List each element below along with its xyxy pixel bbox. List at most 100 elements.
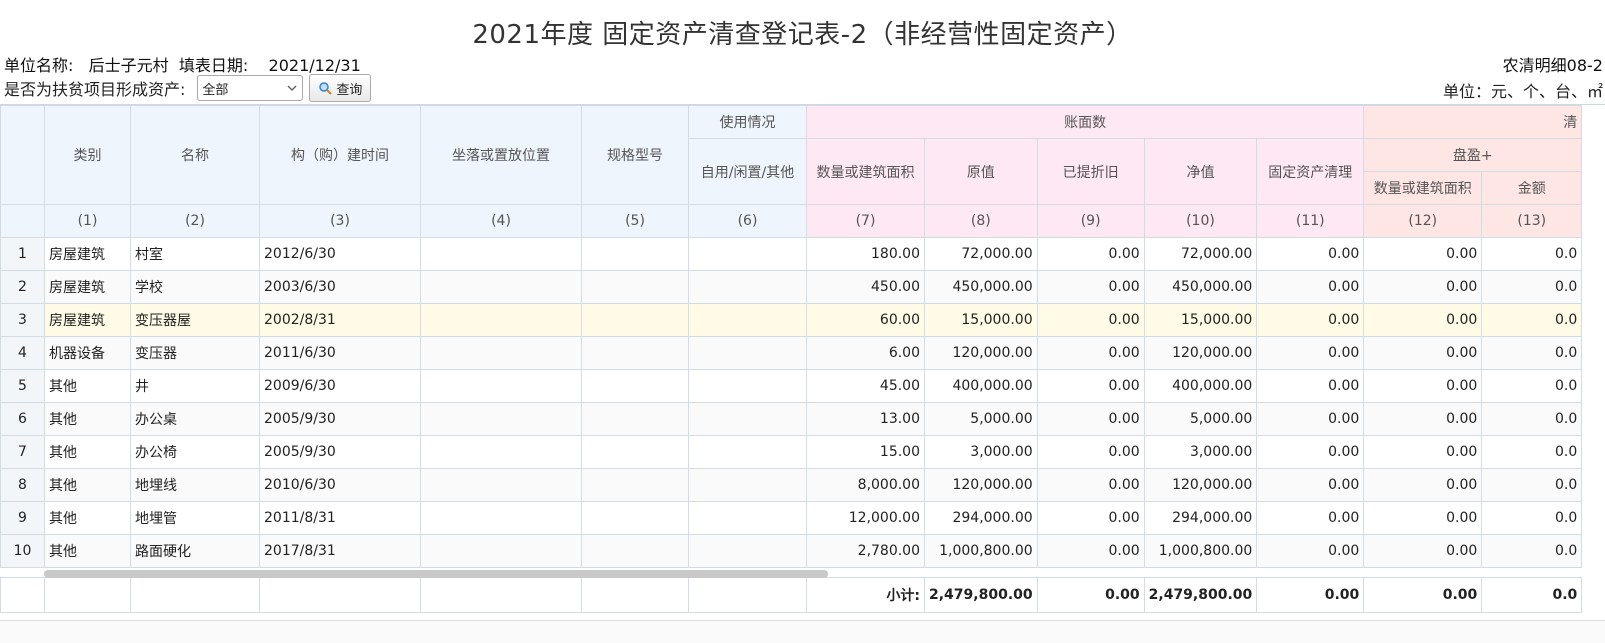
cell-spec[interactable] [581, 369, 689, 403]
table-row[interactable]: 2 房屋建筑 学校 2003/6/30 450.00 450,000.00 0.… [0, 270, 1583, 304]
col-header-orig[interactable]: 原值 [924, 138, 1038, 205]
cell-net[interactable]: 1,000,800.00 [1143, 534, 1258, 568]
cell-usage[interactable] [688, 303, 807, 337]
cell-surplus-qty[interactable]: 0.00 [1363, 237, 1483, 271]
col-header-usage[interactable]: 自用/闲置/其他 [688, 138, 807, 205]
cell-category[interactable]: 其他 [44, 369, 131, 403]
cell-spec[interactable] [581, 336, 689, 370]
table-row[interactable]: 5 其他 井 2009/6/30 45.00 400,000.00 0.00 4… [0, 369, 1583, 403]
cell-surplus-qty[interactable]: 0.00 [1363, 501, 1483, 535]
cell-dep[interactable]: 0.00 [1036, 369, 1145, 403]
cell-build-time[interactable]: 2009/6/30 [259, 369, 421, 403]
cell-spec[interactable] [581, 303, 689, 337]
cell-name[interactable]: 地埋管 [130, 501, 260, 535]
cell-build-time[interactable]: 2003/6/30 [259, 270, 421, 304]
table-row[interactable]: 9 其他 地埋管 2011/8/31 12,000.00 294,000.00 … [0, 501, 1583, 535]
col-header-net[interactable]: 净值 [1143, 138, 1258, 205]
cell-category[interactable]: 机器设备 [44, 336, 131, 370]
col-header-qty[interactable]: 数量或建筑面积 [806, 138, 925, 205]
cell-category[interactable]: 房屋建筑 [44, 237, 131, 271]
table-row[interactable]: 1 房屋建筑 村室 2012/6/30 180.00 72,000.00 0.0… [0, 237, 1583, 271]
cell-dep[interactable]: 0.00 [1036, 402, 1145, 436]
cell-dep[interactable]: 0.00 [1036, 270, 1145, 304]
col-header-category[interactable]: 类别 [44, 105, 131, 205]
cell-surplus-qty[interactable]: 0.00 [1363, 435, 1483, 469]
cell-usage[interactable] [688, 468, 807, 502]
cell-clear[interactable]: 0.00 [1256, 534, 1365, 568]
cell-build-time[interactable]: 2017/8/31 [259, 534, 421, 568]
cell-usage[interactable] [688, 336, 807, 370]
cell-surplus-amt[interactable]: 0.0 [1481, 501, 1583, 535]
table-row[interactable]: 6 其他 办公桌 2005/9/30 13.00 5,000.00 0.00 5… [0, 402, 1583, 436]
table-row-selected[interactable]: 3 房屋建筑 变压器屋 2002/8/31 60.00 15,000.00 0.… [0, 303, 1583, 337]
cell-surplus-amt[interactable]: 0.0 [1481, 237, 1583, 271]
col-header-location[interactable]: 坐落或置放位置 [420, 105, 582, 205]
cell-dep[interactable]: 0.00 [1036, 435, 1145, 469]
cell-usage[interactable] [688, 270, 807, 304]
cell-name[interactable]: 井 [130, 369, 260, 403]
scrollbar-thumb[interactable] [44, 570, 828, 578]
table-row[interactable]: 10 其他 路面硬化 2017/8/31 2,780.00 1,000,800.… [0, 534, 1583, 568]
cell-category[interactable]: 其他 [44, 501, 131, 535]
cell-qty[interactable]: 180.00 [806, 237, 925, 271]
cell-spec[interactable] [581, 534, 689, 568]
cell-surplus-amt[interactable]: 0.0 [1481, 369, 1583, 403]
cell-dep[interactable]: 0.00 [1036, 237, 1145, 271]
cell-dep[interactable]: 0.00 [1036, 336, 1145, 370]
cell-location[interactable] [420, 336, 582, 370]
cell-name[interactable]: 村室 [130, 237, 260, 271]
cell-clear[interactable]: 0.00 [1256, 501, 1365, 535]
poverty-filter-select[interactable]: 全部 [197, 75, 304, 101]
table-row[interactable]: 4 机器设备 变压器 2011/6/30 6.00 120,000.00 0.0… [0, 336, 1583, 370]
col-header-surplus-amt[interactable]: 金额 [1481, 171, 1583, 205]
cell-usage[interactable] [688, 402, 807, 436]
cell-location[interactable] [420, 237, 582, 271]
cell-clear[interactable]: 0.00 [1256, 468, 1365, 502]
col-header-build-time[interactable]: 构（购）建时间 [259, 105, 421, 205]
cell-surplus-qty[interactable]: 0.00 [1363, 270, 1483, 304]
cell-clear[interactable]: 0.00 [1256, 303, 1365, 337]
cell-category[interactable]: 其他 [44, 435, 131, 469]
cell-orig[interactable]: 120,000.00 [924, 336, 1038, 370]
cell-category[interactable]: 其他 [44, 468, 131, 502]
cell-location[interactable] [420, 402, 582, 436]
cell-qty[interactable]: 15.00 [806, 435, 925, 469]
cell-build-time[interactable]: 2010/6/30 [259, 468, 421, 502]
cell-qty[interactable]: 8,000.00 [806, 468, 925, 502]
cell-clear[interactable]: 0.00 [1256, 270, 1365, 304]
cell-surplus-amt[interactable]: 0.0 [1481, 270, 1583, 304]
cell-orig[interactable]: 120,000.00 [924, 468, 1038, 502]
cell-category[interactable]: 房屋建筑 [44, 303, 131, 337]
cell-qty[interactable]: 2,780.00 [806, 534, 925, 568]
cell-net[interactable]: 5,000.00 [1143, 402, 1258, 436]
cell-net[interactable]: 3,000.00 [1143, 435, 1258, 469]
cell-surplus-qty[interactable]: 0.00 [1363, 369, 1483, 403]
cell-name[interactable]: 变压器屋 [130, 303, 260, 337]
cell-clear[interactable]: 0.00 [1256, 336, 1365, 370]
cell-net[interactable]: 400,000.00 [1143, 369, 1258, 403]
cell-net[interactable]: 294,000.00 [1143, 501, 1258, 535]
cell-dep[interactable]: 0.00 [1036, 501, 1145, 535]
col-header-surplus-qty[interactable]: 数量或建筑面积 [1363, 171, 1483, 205]
cell-net[interactable]: 120,000.00 [1143, 336, 1258, 370]
cell-location[interactable] [420, 303, 582, 337]
cell-spec[interactable] [581, 270, 689, 304]
cell-usage[interactable] [688, 435, 807, 469]
cell-spec[interactable] [581, 501, 689, 535]
cell-build-time[interactable]: 2005/9/30 [259, 402, 421, 436]
query-button[interactable]: 查询 [309, 74, 372, 102]
cell-usage[interactable] [688, 237, 807, 271]
cell-location[interactable] [420, 369, 582, 403]
cell-surplus-amt[interactable]: 0.0 [1481, 402, 1583, 436]
horizontal-scrollbar[interactable] [44, 570, 1605, 578]
cell-name[interactable]: 办公桌 [130, 402, 260, 436]
cell-usage[interactable] [688, 369, 807, 403]
cell-net[interactable]: 450,000.00 [1143, 270, 1258, 304]
cell-build-time[interactable]: 2005/9/30 [259, 435, 421, 469]
cell-spec[interactable] [581, 237, 689, 271]
cell-qty[interactable]: 13.00 [806, 402, 925, 436]
cell-build-time[interactable]: 2011/8/31 [259, 501, 421, 535]
cell-name[interactable]: 地埋线 [130, 468, 260, 502]
cell-orig[interactable]: 15,000.00 [924, 303, 1038, 337]
cell-name[interactable]: 学校 [130, 270, 260, 304]
